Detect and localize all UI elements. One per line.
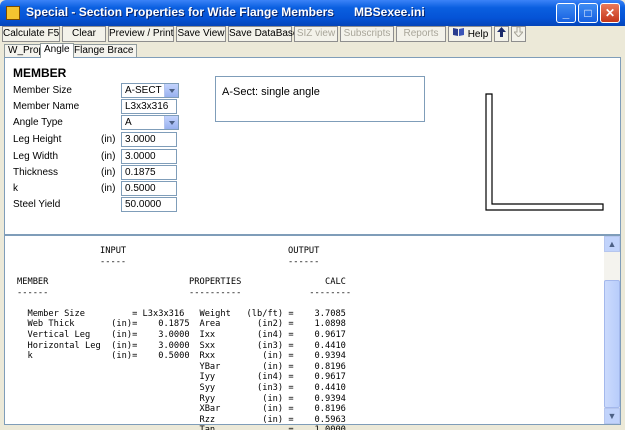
section-description-box: A-Sect: single angle — [215, 76, 425, 122]
k-field[interactable]: 0.5000 — [121, 181, 177, 196]
member-report-block: MEMBER ------ Member Size = L3x3x316 Web… — [17, 277, 190, 362]
leg-width-unit: (in) — [101, 151, 116, 162]
scroll-up-icon[interactable]: ▲ — [604, 236, 620, 252]
save-database-button[interactable]: Save DataBase — [228, 26, 299, 42]
close-button[interactable]: ✕ — [600, 3, 620, 23]
up-arrow-button[interactable] — [494, 26, 509, 42]
toolbar: Calculate F5 Clear Preview / Print F7 Sa… — [0, 26, 625, 43]
preview-print-button[interactable]: Preview / Print F7 — [108, 26, 188, 42]
leg-width-label: Leg Width — [13, 151, 59, 162]
output-report: INPUT ----- OUTPUT ------ MEMBER ------ … — [4, 235, 621, 430]
angle-type-value: A — [125, 117, 132, 128]
steel-yield-field[interactable]: 50.0000 — [121, 197, 177, 212]
scroll-thumb[interactable] — [604, 280, 620, 408]
reports-button[interactable]: Reports — [396, 26, 446, 42]
thickness-label: Thickness — [13, 167, 59, 178]
properties-report-block: PROPERTIES CALC ---------- -------- Weig… — [189, 277, 352, 430]
arrow-down-icon — [512, 26, 525, 40]
angle-section-diagram — [485, 93, 604, 211]
leg-height-unit: (in) — [101, 134, 116, 145]
angle-type-label: Angle Type — [13, 117, 63, 128]
scroll-down-icon[interactable]: ▼ — [604, 408, 620, 424]
member-panel: MEMBER Member Size A-SECT Member Name L3… — [4, 57, 621, 235]
thickness-field[interactable]: 0.1875 — [121, 165, 177, 180]
input-header: INPUT ----- — [100, 246, 127, 267]
k-label: k — [13, 183, 18, 194]
maximize-button[interactable]: □ — [578, 3, 598, 23]
siz-view-button[interactable]: SIZ view — [294, 26, 338, 42]
member-name-label: Member Name — [13, 101, 80, 112]
minimize-button[interactable]: _ — [556, 3, 576, 23]
thickness-unit: (in) — [101, 167, 116, 178]
clear-button[interactable]: Clear — [62, 26, 106, 42]
output-header: OUTPUT ------ — [288, 246, 320, 267]
app-icon — [6, 6, 20, 20]
arrow-up-icon — [497, 27, 506, 40]
chevron-down-icon[interactable] — [164, 116, 178, 129]
help-label: Help — [467, 29, 489, 41]
leg-height-field[interactable]: 3.0000 — [121, 132, 177, 147]
angle-type-select[interactable]: A — [121, 115, 179, 130]
steel-yield-label: Steel Yield — [13, 199, 61, 210]
member-size-label: Member Size — [13, 85, 72, 96]
window-title: Special - Section Properties for Wide Fl… — [26, 5, 425, 19]
tab-angle[interactable]: Angle — [40, 43, 74, 58]
chevron-down-icon[interactable] — [164, 84, 178, 97]
calculate-button[interactable]: Calculate F5 — [2, 26, 60, 42]
member-size-value: A-SECT — [125, 85, 162, 96]
subscripts-button[interactable]: Subscripts — [340, 26, 394, 42]
member-name-field[interactable]: L3x3x316 — [121, 99, 177, 114]
help-button[interactable]: Help — [448, 26, 492, 42]
down-arrow-button[interactable] — [511, 26, 526, 42]
member-heading: MEMBER — [13, 66, 67, 80]
tab-flange-brace[interactable]: Flange Brace — [70, 44, 138, 57]
title-bar: Special - Section Properties for Wide Fl… — [0, 0, 625, 26]
help-book-icon — [452, 27, 465, 42]
save-view-button[interactable]: Save View — [176, 26, 226, 42]
leg-width-field[interactable]: 3.0000 — [121, 149, 177, 164]
leg-height-label: Leg Height — [13, 134, 62, 145]
k-unit: (in) — [101, 183, 116, 194]
tab-strip: W_Prop Angle Flange Brace — [0, 43, 625, 58]
output-scrollbar[interactable]: ▲ ▼ — [604, 236, 620, 424]
member-size-select[interactable]: A-SECT — [121, 83, 179, 98]
